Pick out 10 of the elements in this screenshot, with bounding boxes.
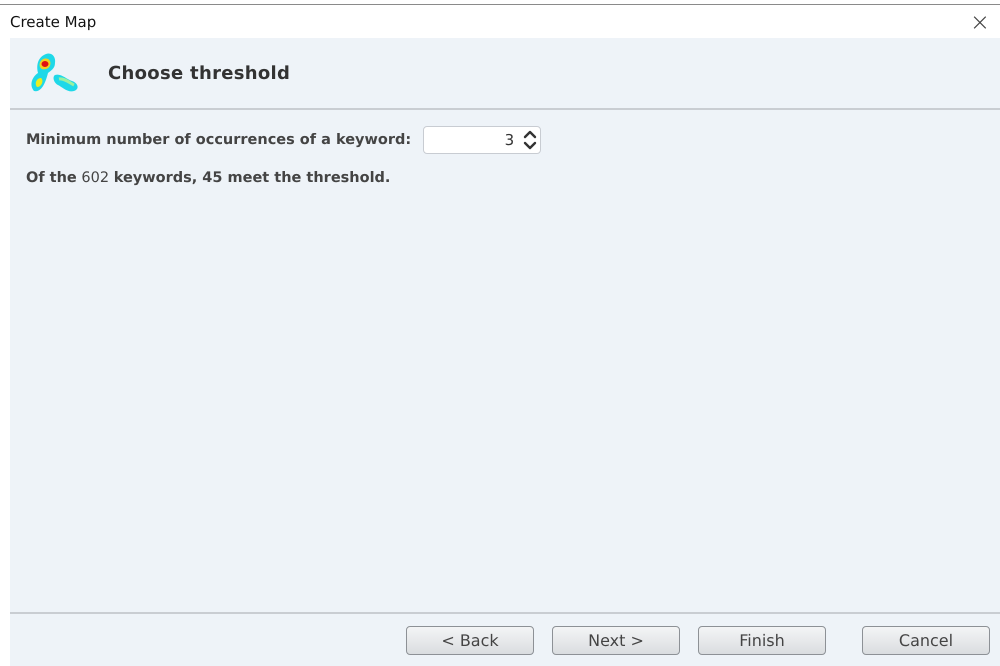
threshold-summary: Of the 602 keywords, 45 meet the threshold. bbox=[26, 170, 392, 186]
threshold-spinner[interactable]: 3 bbox=[423, 126, 542, 154]
wizard-button[interactable]: Next > bbox=[552, 626, 680, 654]
window-title: Create Map bbox=[10, 12, 96, 30]
wizard-button[interactable]: < Back bbox=[406, 626, 534, 654]
threshold-label: Minimum number of occurrences of a keyword: bbox=[26, 132, 412, 148]
wizard-button[interactable]: Cancel bbox=[862, 626, 990, 654]
wizard-button[interactable]: Finish bbox=[698, 626, 826, 654]
close-button[interactable]: × bbox=[968, 10, 992, 34]
step-title: Choose threshold bbox=[108, 62, 290, 84]
